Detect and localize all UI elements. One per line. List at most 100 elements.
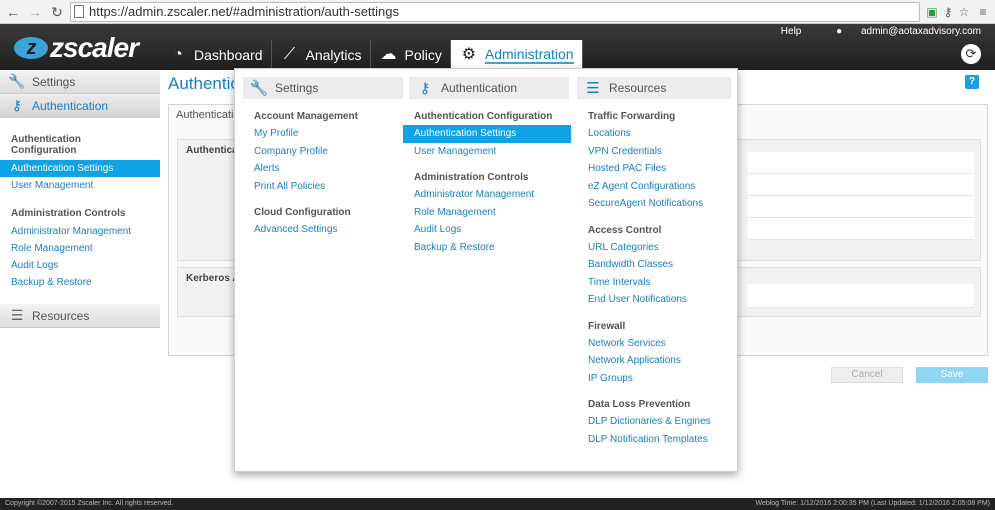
- menu-item-administrator-management[interactable]: Administrator Management: [403, 186, 571, 204]
- help-link[interactable]: Help: [781, 26, 802, 37]
- sidebar-resources[interactable]: ☰ Resources: [0, 304, 160, 328]
- database-icon: ☰: [586, 80, 600, 97]
- sidebar-authentication[interactable]: ⚷ Authentication: [0, 94, 160, 118]
- menu-item-locations[interactable]: Locations: [577, 125, 731, 143]
- menu-item-network-services[interactable]: Network Services: [577, 335, 731, 353]
- menu-item-audit-logs[interactable]: Audit Logs: [403, 221, 571, 239]
- tab-policy[interactable]: ☁ Policy: [371, 40, 451, 70]
- menu-item-time-intervals[interactable]: Time Intervals: [577, 274, 731, 292]
- menu-group-title: Access Control: [588, 224, 662, 236]
- help-icon[interactable]: ?: [965, 75, 979, 89]
- tab-administration[interactable]: ⚙ Administration: [450, 40, 583, 70]
- menu-item-dlp-notification-templates[interactable]: DLP Notification Templates: [577, 431, 731, 449]
- menu-item-alerts[interactable]: Alerts: [243, 160, 403, 178]
- gear-icon: ⚙: [461, 46, 477, 63]
- wrench-icon: 🔧: [8, 73, 26, 89]
- user-icon: ●: [836, 26, 843, 37]
- menu-item-ez-agent-configurations[interactable]: eZ Agent Configurations: [577, 178, 731, 196]
- menu-item-user-management[interactable]: User Management: [403, 143, 571, 161]
- form-row: [748, 218, 974, 240]
- menu-group-title: Data Loss Prevention: [588, 399, 691, 410]
- app-header: z zscaler Help ● admin@aotaxadvisory.com …: [0, 24, 995, 70]
- logo-icon: z: [14, 37, 48, 59]
- menu-item-dlp-dictionaries-engines[interactable]: DLP Dictionaries & Engines: [577, 413, 731, 431]
- menu-group-title: Authentication Configuration: [414, 111, 553, 122]
- sidebar-item-audit-logs[interactable]: Audit Logs: [0, 257, 160, 274]
- form-row: [748, 174, 974, 196]
- gauge-icon: ◔: [173, 46, 183, 63]
- menu-item-vpn-credentials[interactable]: VPN Credentials: [577, 143, 731, 161]
- menu-item-print-all-policies[interactable]: Print All Policies: [243, 178, 403, 196]
- menu-item-company-profile[interactable]: Company Profile: [243, 143, 403, 161]
- zscaler-logo[interactable]: z zscaler: [14, 32, 144, 63]
- cancel-button[interactable]: Cancel: [831, 367, 903, 383]
- chart-icon: ⟋: [283, 46, 296, 63]
- menu-item-role-management[interactable]: Role Management: [403, 204, 571, 222]
- form-row: [748, 284, 974, 308]
- menu-heading-settings: 🔧 Settings: [243, 77, 403, 99]
- wrench-icon: 🔧: [249, 80, 269, 97]
- menu-icon[interactable]: ≡: [975, 4, 991, 20]
- sidebar-settings[interactable]: 🔧 Settings: [0, 70, 160, 94]
- tab-authentication[interactable]: Authenticatio: [176, 109, 240, 121]
- menu-item-backup-restore[interactable]: Backup & Restore: [403, 239, 571, 257]
- main-nav: ◔ Dashboard ⟋ Analytics ☁ Policy ⚙ Administr…: [160, 40, 583, 70]
- menu-heading-resources: ☰ Resources: [577, 77, 731, 99]
- address-bar[interactable]: https://admin.zscaler.net/#administratio…: [70, 2, 920, 22]
- sidebar-resources-wrap: ☰ Resources: [0, 304, 160, 328]
- browser-toolbar: ← → ↻ https://admin.zscaler.net/#adminis…: [0, 0, 995, 24]
- key-icon: ⚷: [11, 97, 23, 113]
- sync-icon[interactable]: ⟳: [961, 44, 981, 64]
- sidebar-item-backup-restore[interactable]: Backup & Restore: [0, 274, 160, 291]
- user-bar: Help ● admin@aotaxadvisory.com: [765, 26, 981, 40]
- page-title: Authentic: [168, 74, 239, 93]
- menu-item-url-categories[interactable]: URL Categories: [577, 239, 731, 257]
- form-row: [748, 196, 974, 218]
- back-icon[interactable]: ←: [4, 3, 22, 21]
- menu-item-advanced-settings[interactable]: Advanced Settings: [243, 221, 403, 239]
- key-icon[interactable]: ⚷: [940, 4, 956, 20]
- menu-group-title: Firewall: [588, 320, 626, 332]
- sidebar-auth-menu: Authentication Configuration Authenticat…: [0, 118, 160, 297]
- menu-item-ip-groups[interactable]: IP Groups: [577, 370, 731, 388]
- menu-item-bandwidth-classes[interactable]: Bandwidth Classes: [577, 256, 731, 274]
- form-row: [748, 152, 974, 174]
- menu-group-title: Administration Controls: [414, 172, 529, 183]
- user-menu[interactable]: ● admin@aotaxadvisory.com: [820, 26, 981, 37]
- copyright-text: Copyright ©2007-2015 Zscaler Inc. All ri…: [5, 500, 174, 507]
- weblog-status: Weblog Time: 1/12/2016 2:00:35 PM (Last …: [755, 500, 990, 507]
- sidebar-group-title: Authentication Configuration: [11, 134, 81, 156]
- menu-group-title: Account Management: [254, 111, 358, 122]
- menu-item-hosted-pac-files[interactable]: Hosted PAC Files: [577, 160, 731, 178]
- menu-item-network-applications[interactable]: Network Applications: [577, 352, 731, 370]
- menu-item-authentication-settings[interactable]: Authentication Settings: [403, 125, 571, 143]
- sidebar-item-administrator-management[interactable]: Administrator Management: [0, 223, 160, 240]
- menu-column-settings: 🔧 Settings Account Management My Profile …: [243, 77, 403, 239]
- sidebar-item-user-management[interactable]: User Management: [0, 177, 160, 194]
- tab-analytics[interactable]: ⟋ Analytics: [272, 40, 371, 70]
- menu-item-my-profile[interactable]: My Profile: [243, 125, 403, 143]
- extension-icon[interactable]: ▣: [924, 4, 940, 20]
- menu-column-authentication: ⚷ Authentication Authentication Configura…: [403, 77, 571, 256]
- page-icon: [74, 5, 84, 18]
- forward-icon[interactable]: →: [26, 3, 44, 21]
- menu-column-resources: ☰ Resources Traffic Forwarding Locations …: [577, 77, 731, 448]
- sidebar-group-title: Administration Controls: [11, 208, 126, 219]
- administration-menu: 🔧 Settings Account Management My Profile …: [234, 68, 738, 472]
- key-icon: ⚷: [419, 80, 431, 97]
- reload-icon[interactable]: ↻: [48, 3, 66, 21]
- menu-group-title: Cloud Configuration: [254, 207, 351, 218]
- menu-item-secureagent-notifications[interactable]: SecureAgent Notifications: [577, 195, 731, 213]
- tab-dashboard[interactable]: ◔ Dashboard: [160, 40, 272, 70]
- menu-group-title: Traffic Forwarding: [588, 111, 676, 122]
- menu-item-end-user-notifications[interactable]: End User Notifications: [577, 291, 731, 309]
- database-icon: ☰: [10, 307, 24, 323]
- cloud-icon: ☁: [380, 46, 397, 63]
- sidebar-item-role-management[interactable]: Role Management: [0, 240, 160, 257]
- star-icon[interactable]: ☆: [956, 4, 972, 20]
- menu-heading-authentication: ⚷ Authentication: [409, 77, 569, 99]
- sidebar-item-authentication-settings[interactable]: Authentication Settings: [0, 160, 160, 177]
- sidebar: 🔧 Settings ⚷ Authentication Authentication…: [0, 70, 160, 498]
- footer: Copyright ©2007-2015 Zscaler Inc. All ri…: [0, 498, 995, 510]
- save-button[interactable]: Save: [916, 367, 988, 383]
